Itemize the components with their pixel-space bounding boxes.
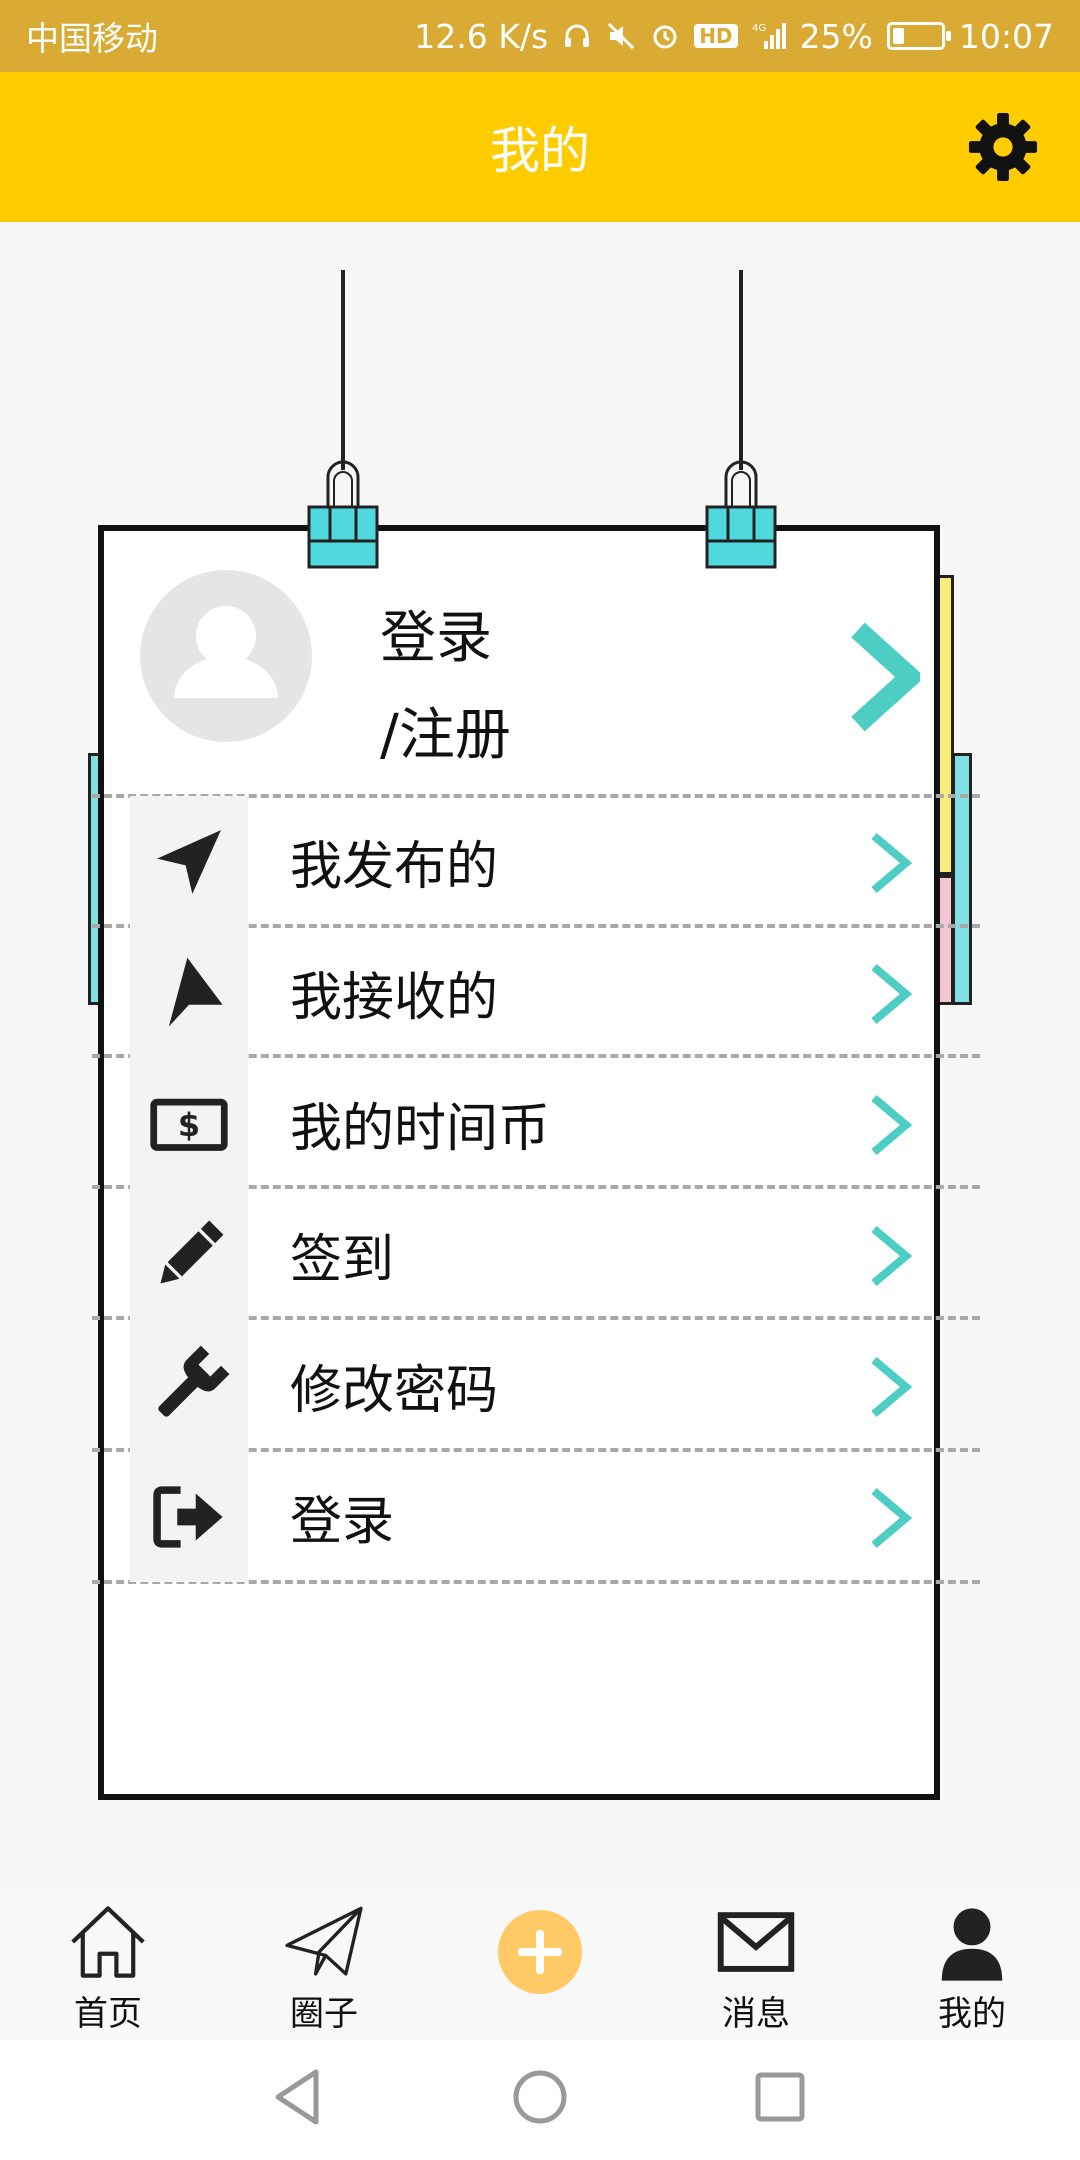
- login-register-label: 登录 /注册: [380, 590, 511, 784]
- register-label: /注册: [380, 703, 511, 768]
- headphones-icon: [562, 21, 592, 51]
- paper-plane-icon: [285, 1906, 363, 1976]
- menu-icon-box: [130, 1320, 248, 1451]
- menu-icon-box: [130, 796, 248, 927]
- menu-icon-box: [130, 927, 248, 1058]
- menu-label: 我的时间币: [290, 1099, 551, 1159]
- nav-home[interactable]: 首页: [18, 1890, 198, 2040]
- sign-out-icon: [153, 1485, 223, 1548]
- home-icon: [71, 1906, 145, 1978]
- avatar-icon: [174, 606, 278, 698]
- receive-arrow-icon: [168, 957, 223, 1027]
- battery-fill: [892, 28, 905, 44]
- binder-clip-right: [705, 460, 777, 569]
- binder-clip-left: [307, 460, 379, 569]
- signal-icon: 4G: [752, 21, 786, 51]
- menu-item-change-password[interactable]: 修改密码: [130, 1320, 938, 1451]
- menu-label: 签到: [290, 1230, 395, 1290]
- menu-icon-box: [130, 1451, 248, 1582]
- menu-item-my-posts[interactable]: 我发布的: [130, 796, 938, 927]
- status-bar: 中国移动 12.6 K/s HD 4G 25% 10:07: [0, 0, 1080, 72]
- home-circle-icon[interactable]: [505, 2062, 575, 2132]
- mute-icon: [606, 21, 636, 51]
- chevron-right-icon[interactable]: [848, 622, 920, 732]
- login-register-row[interactable]: 登录 /注册: [140, 570, 920, 790]
- chevron-right-icon: [871, 1487, 913, 1549]
- menu-item-sign-in[interactable]: 签到: [130, 1189, 938, 1320]
- nav-label: 消息: [722, 1994, 790, 2034]
- network-speed: 12.6 K/s: [414, 16, 549, 56]
- gear-icon[interactable]: [966, 110, 1040, 184]
- pencil-icon: [160, 1220, 224, 1284]
- svg-text:$: $: [178, 1105, 200, 1143]
- nav-label: 圈子: [290, 1994, 358, 2034]
- hanging-string-left: [341, 270, 345, 470]
- avatar[interactable]: [140, 570, 312, 742]
- network-type: 4G: [752, 23, 766, 34]
- recent-apps-icon[interactable]: [745, 2062, 815, 2132]
- chevron-right-icon: [871, 963, 913, 1025]
- side-tab-cyan: [952, 753, 972, 1005]
- nav-circle[interactable]: 圈子: [234, 1890, 414, 2040]
- battery-percent: 25%: [799, 16, 873, 56]
- app-bar: 我的: [0, 72, 1080, 222]
- plus-icon[interactable]: [498, 1910, 582, 1994]
- menu-label: 我发布的: [290, 837, 499, 897]
- money-icon: $: [150, 1098, 228, 1151]
- chevron-right-icon: [871, 1225, 913, 1287]
- page-title: 我的: [490, 122, 590, 180]
- navigation-arrow-icon: [157, 829, 221, 894]
- menu-list: 我发布的 我接收的 $ 我的时间币 签到 修改密码 登录: [130, 796, 938, 1582]
- menu-icon-box: [130, 1189, 248, 1320]
- chevron-right-icon: [871, 1356, 913, 1418]
- menu-item-received[interactable]: 我接收的: [130, 927, 938, 1058]
- menu-label: 修改密码: [290, 1361, 499, 1421]
- battery-icon: [886, 22, 951, 50]
- clock: 10:07: [958, 16, 1054, 56]
- login-label: 登录: [380, 606, 492, 671]
- wrench-icon: [158, 1345, 230, 1417]
- menu-item-login[interactable]: 登录: [130, 1451, 938, 1582]
- chevron-right-icon: [871, 832, 913, 894]
- user-icon: [941, 1908, 1003, 1981]
- bottom-nav: 首页 圈子 消息 我的: [0, 1890, 1080, 2040]
- menu-label: 我接收的: [290, 968, 499, 1028]
- chevron-right-icon: [871, 1094, 913, 1156]
- menu-icon-box: $: [130, 1058, 248, 1189]
- system-nav-bar: [0, 2040, 1080, 2160]
- back-icon[interactable]: [264, 2062, 334, 2132]
- nav-label: 我的: [938, 1994, 1006, 2034]
- status-icons: 12.6 K/s HD 4G 25% 10:07: [414, 17, 1054, 56]
- carrier-label: 中国移动: [26, 19, 158, 58]
- menu-item-time-coins[interactable]: $ 我的时间币: [130, 1058, 938, 1189]
- alarm-icon: [650, 21, 680, 51]
- menu-label: 登录: [290, 1492, 395, 1552]
- envelope-icon: [717, 1912, 795, 1972]
- nav-mine[interactable]: 我的: [882, 1890, 1062, 2040]
- nav-messages[interactable]: 消息: [666, 1890, 846, 2040]
- hanging-string-right: [739, 270, 743, 470]
- hd-icon: HD: [694, 24, 738, 48]
- nav-label: 首页: [74, 1994, 142, 2034]
